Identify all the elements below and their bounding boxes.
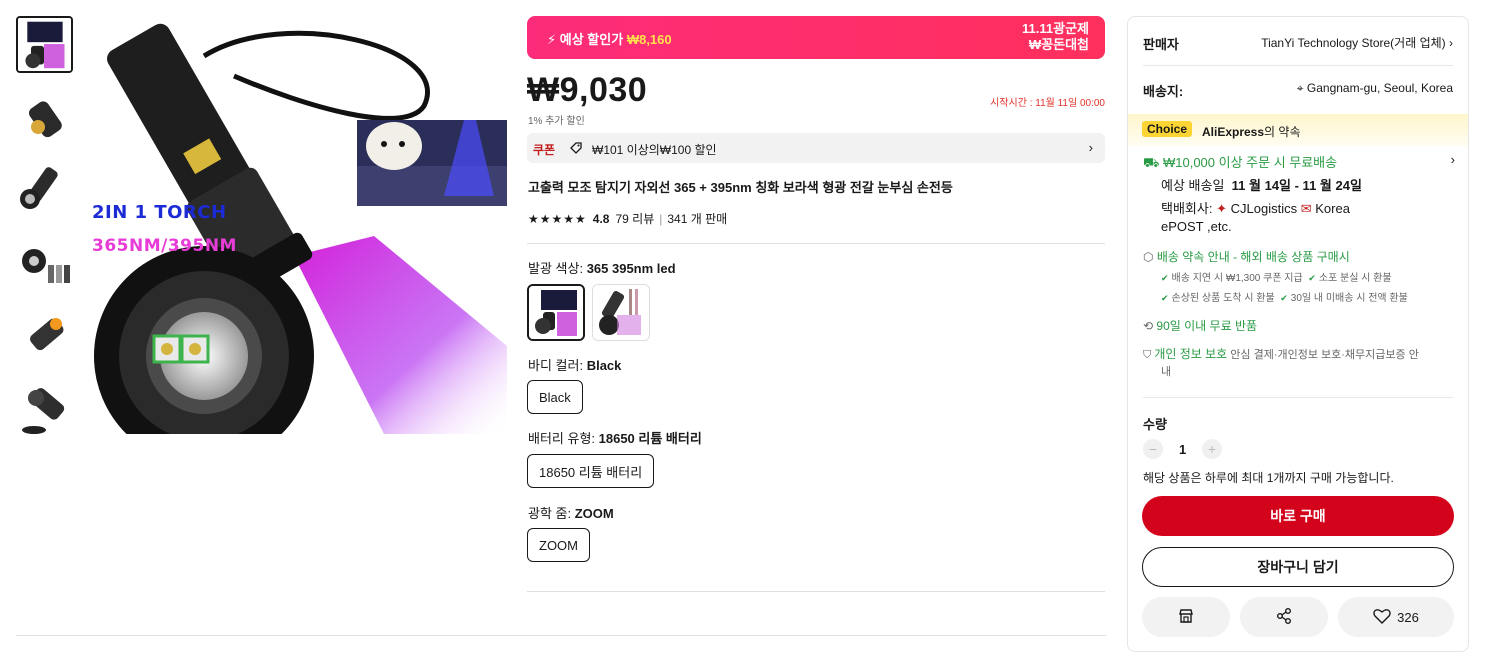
battery-option-button[interactable]: 18650 리튬 배터리 bbox=[527, 454, 655, 488]
purchase-panel: 판매자 TianYi Technology Store(거래 업체) › 배송지… bbox=[1127, 16, 1469, 652]
wishlist-count: 326 bbox=[1397, 609, 1419, 625]
separator: | bbox=[659, 211, 663, 226]
thumbnail-3[interactable] bbox=[16, 163, 73, 220]
divider bbox=[16, 635, 1106, 636]
quantity-increase-button[interactable]: + bbox=[1202, 439, 1222, 459]
thumbnail-5[interactable] bbox=[16, 308, 73, 365]
share-icon bbox=[1275, 607, 1293, 628]
battery-type-label: 배터리 유형: 18650 리튬 배터리 bbox=[528, 431, 702, 446]
quantity-limit-note: 해당 상품은 하루에 최대 1개까지 구매 가능합니다. bbox=[1143, 471, 1394, 485]
free-shipping-row[interactable]: ⛟ ₩10,000 이상 주문 시 무료배송 › bbox=[1143, 152, 1455, 173]
privacy-row[interactable]: ⛉ 개인 정보 보호 안심 결제·개인정보 보호·채무지급보증 안 내 bbox=[1143, 346, 1443, 381]
ship-to-key: 배송지: bbox=[1143, 84, 1184, 99]
divider bbox=[1143, 397, 1453, 398]
promise-line-2: ✔ 손상된 상품 도착 시 환불 ✔ 30일 내 미배송 시 전액 환불 bbox=[1161, 293, 1408, 304]
promise-line-1: ✔ 배송 지연 시 ₩1,300 쿠폰 지급 ✔ 소포 분실 시 환불 bbox=[1161, 273, 1392, 284]
choice-badge: Choice bbox=[1142, 121, 1193, 137]
shield-icon: ⛉ bbox=[1143, 349, 1152, 361]
cj-logo-icon: ✦ bbox=[1216, 201, 1227, 216]
return-icon: ⟲ bbox=[1143, 319, 1154, 333]
review-count: 79 리뷰 bbox=[615, 212, 655, 226]
choice-promise-text: AliExpress의 약속 bbox=[1202, 125, 1301, 139]
free-shipping-text: ₩10,000 이상 주문 시 무료배송 bbox=[1162, 155, 1338, 170]
wishlist-button[interactable]: 326 bbox=[1338, 597, 1454, 637]
divider bbox=[527, 591, 1105, 592]
delivery-promise-title[interactable]: ⬡ 배송 약속 안내 - 해외 배송 상품 구매시 bbox=[1143, 248, 1350, 265]
divider bbox=[1143, 65, 1453, 66]
zoom-option-button[interactable]: ZOOM bbox=[527, 528, 590, 562]
truck-icon: ⛟ bbox=[1143, 155, 1160, 170]
chevron-right-icon: › bbox=[1450, 152, 1455, 167]
thumbnail-2[interactable] bbox=[16, 91, 73, 148]
chevron-right-icon: › bbox=[1449, 36, 1453, 50]
sale-start-time: 시작시간 : 11월 11일 00:00 bbox=[990, 98, 1105, 109]
main-product-image: 2IN 1 TORCH 365NM/395NM bbox=[84, 16, 507, 434]
choice-bar: Choice AliExpress의 약속 bbox=[1128, 114, 1468, 146]
star-rating-icon: ★★★★★ bbox=[528, 211, 587, 226]
divider bbox=[527, 243, 1105, 244]
korea-post-logo-icon: ✉ bbox=[1300, 201, 1312, 216]
body-color-black-button[interactable]: Black bbox=[527, 380, 583, 414]
image-caption-wavelength: 365NM/395NM bbox=[92, 236, 237, 256]
add-to-cart-button[interactable]: 장바구니 담기 bbox=[1142, 547, 1454, 587]
rating-row[interactable]: ★★★★★ 4.8 79 리뷰 | 341 개 판매 bbox=[528, 210, 727, 227]
quantity-label: 수량 bbox=[1143, 417, 1167, 432]
zoom-label: 광학 줌: ZOOM bbox=[528, 506, 614, 521]
thumbnail-4[interactable] bbox=[16, 235, 73, 292]
quantity-decrease-button[interactable]: − bbox=[1143, 439, 1163, 459]
box-icon: ⬡ bbox=[1143, 250, 1154, 264]
promo-label: 예상 할인가 bbox=[559, 32, 624, 47]
heart-icon bbox=[1373, 608, 1391, 627]
ship-to-row[interactable]: 배송지: ⌖ Gangnam-gu, Seoul, Korea bbox=[1143, 81, 1453, 99]
seller-row[interactable]: 판매자 TianYi Technology Store(거래 업체) › bbox=[1143, 34, 1453, 52]
promo-event-line1: 11.11광군제 bbox=[1022, 21, 1089, 36]
thumbnail-1[interactable] bbox=[16, 16, 73, 73]
lightning-icon: ⚡ bbox=[547, 32, 557, 47]
extra-discount: 1% 추가 할인 bbox=[528, 116, 585, 127]
seller-key: 판매자 bbox=[1143, 37, 1179, 52]
thumbnail-6[interactable] bbox=[16, 380, 73, 437]
image-caption-torch: 2IN 1 TORCH bbox=[92, 202, 227, 223]
coupon-label: 쿠폰 bbox=[533, 143, 556, 157]
body-color-label: 바디 컬러: Black bbox=[528, 358, 622, 373]
color-option-label: 발광 색상: 365 395nm led bbox=[528, 261, 676, 276]
promo-price: ₩8,160 bbox=[626, 32, 672, 47]
carrier-info: 택배회사: ✦ CJLogistics ✉ Korea ePOST ,etc. bbox=[1161, 201, 1350, 234]
quantity-value: 1 bbox=[1179, 442, 1187, 457]
sold-count: 341 개 판매 bbox=[667, 212, 728, 226]
share-button[interactable] bbox=[1240, 597, 1328, 637]
coupon-text: ₩101 이상의₩100 할인 bbox=[592, 143, 717, 157]
main-price: ₩9,030 bbox=[527, 71, 648, 109]
buy-now-button[interactable]: 바로 구매 bbox=[1142, 496, 1454, 536]
store-icon bbox=[1177, 607, 1195, 628]
product-title: 고출력 모조 탐지기 자외선 365 + 395nm 칭화 보라색 형광 전갈 … bbox=[528, 180, 953, 195]
coupon-row[interactable]: 쿠폰 ₩101 이상의₩100 할인 › bbox=[527, 133, 1105, 163]
location-pin-icon: ⌖ bbox=[1296, 81, 1304, 95]
chevron-right-icon: › bbox=[1088, 140, 1093, 155]
delivery-date: 예상 배송일 11 월 14일 - 11 월 24일 bbox=[1161, 178, 1362, 193]
free-return-row[interactable]: ⟲ 90일 이내 무료 반품 bbox=[1143, 317, 1257, 334]
seller-value[interactable]: TianYi Technology Store(거래 업체) › bbox=[1261, 34, 1453, 51]
rating-value: 4.8 bbox=[592, 211, 610, 226]
ship-to-value[interactable]: ⌖ Gangnam-gu, Seoul, Korea bbox=[1297, 81, 1453, 96]
color-option-2[interactable] bbox=[592, 284, 650, 341]
promo-banner[interactable]: ⚡ 예상 할인가 ₩8,160 11.11광군제 ₩꽁돈대첩 bbox=[527, 16, 1105, 59]
color-option-1[interactable] bbox=[527, 284, 585, 341]
promo-event-line2: ₩꽁돈대첩 bbox=[1028, 37, 1089, 52]
tag-icon bbox=[569, 141, 583, 160]
store-button[interactable] bbox=[1142, 597, 1230, 637]
